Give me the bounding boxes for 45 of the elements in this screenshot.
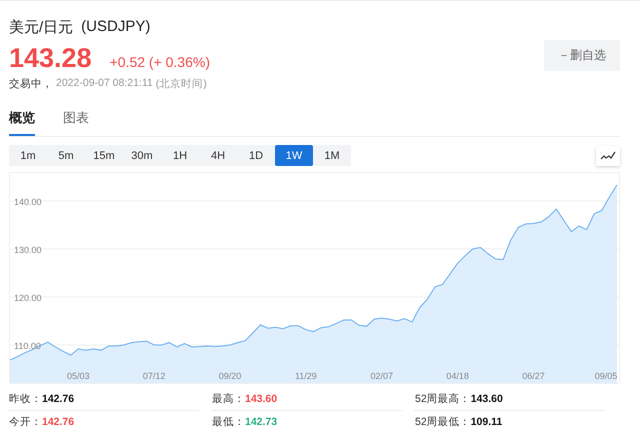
period-button[interactable]: 15m xyxy=(85,145,123,166)
stat-label: 52周最高： xyxy=(415,392,471,406)
tab[interactable]: 图表 xyxy=(63,109,89,136)
period-button[interactable]: 1m xyxy=(9,145,47,166)
stat-value: 142.73 xyxy=(245,416,278,428)
tab[interactable]: 概览 xyxy=(9,109,35,136)
x-axis-label: 02/07 xyxy=(370,371,394,381)
period-button[interactable]: 4H xyxy=(199,145,237,166)
stat-value: 143.60 xyxy=(245,393,278,405)
stat-label: 今开： xyxy=(9,415,42,428)
period-button[interactable]: 1W xyxy=(275,145,313,166)
x-axis-label: 11/29 xyxy=(294,371,317,381)
period-button[interactable]: 1D xyxy=(237,145,275,166)
x-axis-label: 09/05 xyxy=(594,371,618,381)
pair-symbol: (USDJPY) xyxy=(81,18,150,37)
stat-value: 109.11 xyxy=(470,416,502,428)
y-axis-label: 140.00 xyxy=(14,196,42,207)
x-axis-label: 05/03 xyxy=(67,371,90,381)
pair-name: 美元/日元 xyxy=(9,18,74,37)
x-axis-label: 09/20 xyxy=(218,371,242,381)
x-axis-label: 07/12 xyxy=(142,371,166,381)
price: 143.28 xyxy=(9,43,92,74)
stat-value: 142.76 xyxy=(42,416,74,428)
y-axis-label: 130.00 xyxy=(14,244,42,255)
y-axis-label: 110.00 xyxy=(14,341,41,352)
stat-label: 最低： xyxy=(212,415,245,428)
stat-value: 143.60 xyxy=(470,393,503,405)
y-axis-label: 120.00 xyxy=(14,292,42,303)
chart-type-button[interactable] xyxy=(596,146,620,166)
stat-label: 最高： xyxy=(212,392,245,406)
timezone: (北京时间) xyxy=(156,77,207,91)
period-button[interactable]: 1H xyxy=(161,145,199,166)
x-axis-label: 06/27 xyxy=(522,371,545,381)
stat-value: 142.76 xyxy=(42,393,74,405)
trading-status: 交易中， xyxy=(9,77,53,91)
line-chart-icon xyxy=(600,150,616,160)
remove-watchlist-button[interactable]: －删自选 xyxy=(544,40,620,71)
period-button[interactable]: 5m xyxy=(47,145,85,166)
price-change: +0.52 (+ 0.36%) xyxy=(110,54,210,70)
period-button[interactable]: 1M xyxy=(313,145,351,166)
timestamp: 2022-09-07 08:21:11 xyxy=(56,77,153,91)
period-button[interactable]: 30m xyxy=(123,145,161,166)
stat-label: 昨收： xyxy=(9,392,42,406)
stat-label: 52周最低： xyxy=(415,415,471,428)
x-axis-label: 04/18 xyxy=(446,371,469,381)
